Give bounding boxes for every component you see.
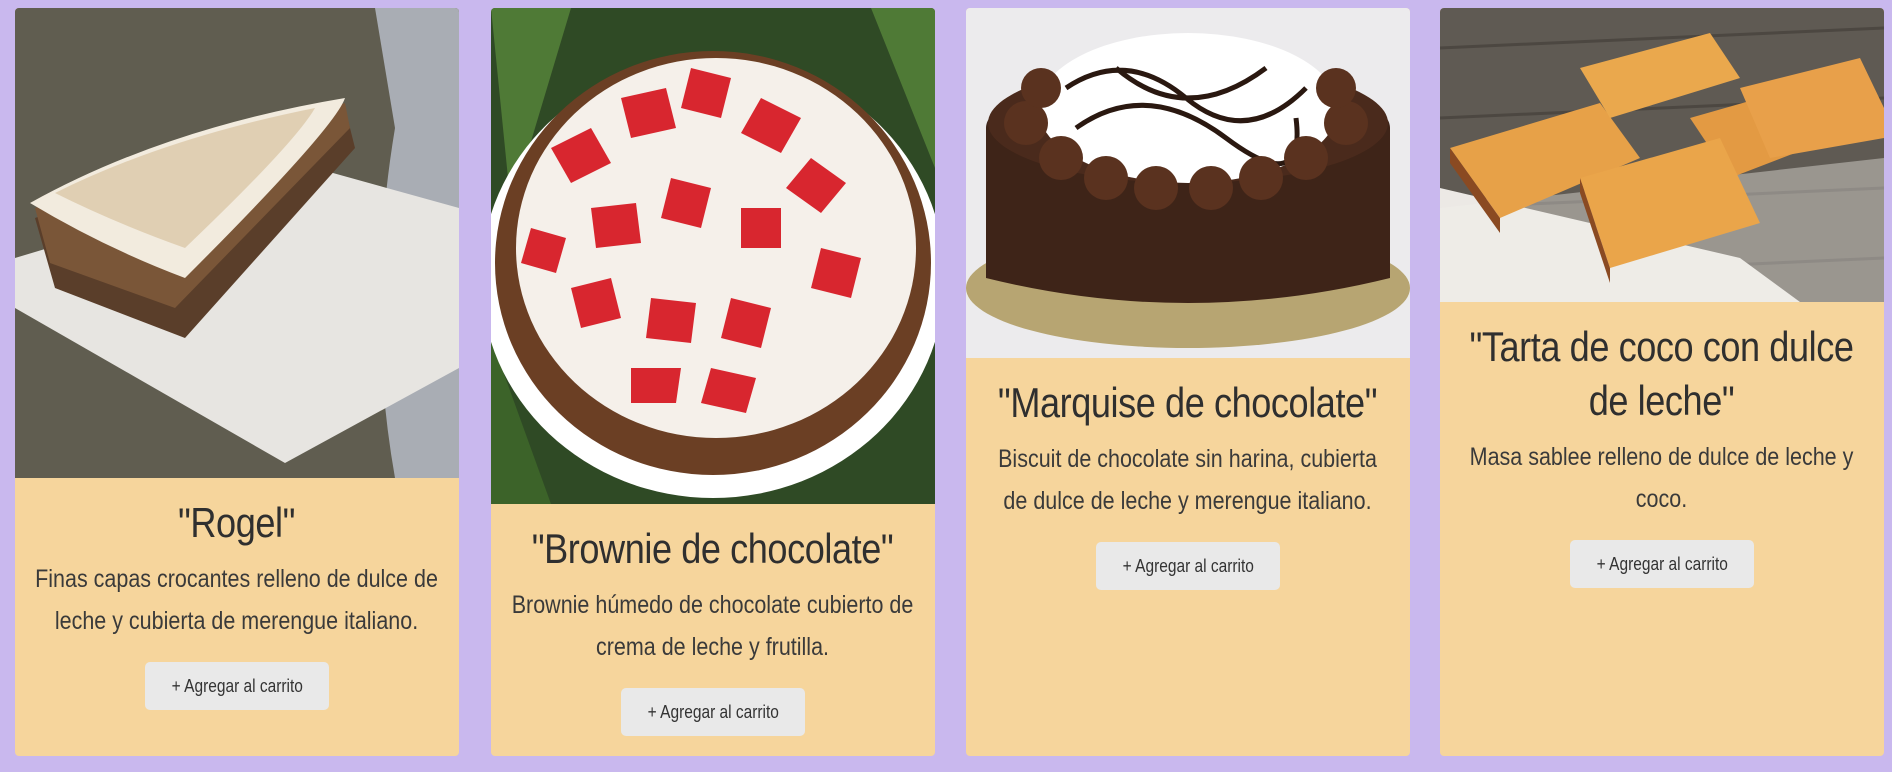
add-to-cart-label: + Agregar al carrito [171, 675, 303, 696]
product-title: "Brownie de chocolate" [532, 525, 894, 572]
product-title: "Marquise de chocolate" [998, 379, 1378, 426]
add-to-cart-label: + Agregar al carrito [647, 701, 779, 722]
product-image-marquise [966, 8, 1410, 358]
add-to-cart-label: + Agregar al carrito [1122, 555, 1254, 576]
add-to-cart-button-rogel[interactable]: + Agregar al carrito [144, 662, 330, 710]
product-description: Masa sablee relleno de dulce de leche y … [1470, 443, 1854, 513]
product-title: "Rogel" [178, 499, 296, 546]
product-image-tarta-coco [1440, 8, 1884, 302]
product-image-brownie [491, 8, 935, 504]
add-to-cart-button-marquise[interactable]: + Agregar al carrito [1095, 542, 1281, 590]
product-card-brownie: "Brownie de chocolate" Brownie húmedo de… [491, 8, 935, 756]
product-description: Finas capas crocantes relleno de dulce d… [35, 565, 439, 635]
product-description: Brownie húmedo de chocolate cubierto de … [512, 591, 914, 661]
product-image-rogel [15, 8, 459, 478]
add-to-cart-button-tarta-coco[interactable]: + Agregar al carrito [1569, 540, 1755, 588]
product-title: "Tarta de coco con dulce de leche" [1469, 323, 1854, 424]
product-grid: "Rogel" Finas capas crocantes relleno de… [0, 0, 1892, 772]
product-card-marquise: "Marquise de chocolate" Biscuit de choco… [966, 8, 1410, 756]
product-card-rogel: "Rogel" Finas capas crocantes relleno de… [15, 8, 459, 756]
add-to-cart-button-brownie[interactable]: + Agregar al carrito [620, 688, 806, 736]
product-description: Biscuit de chocolate sin harina, cubiert… [998, 445, 1378, 515]
add-to-cart-label: + Agregar al carrito [1596, 553, 1728, 574]
product-card-tarta-coco: "Tarta de coco con dulce de leche" Masa … [1440, 8, 1884, 756]
